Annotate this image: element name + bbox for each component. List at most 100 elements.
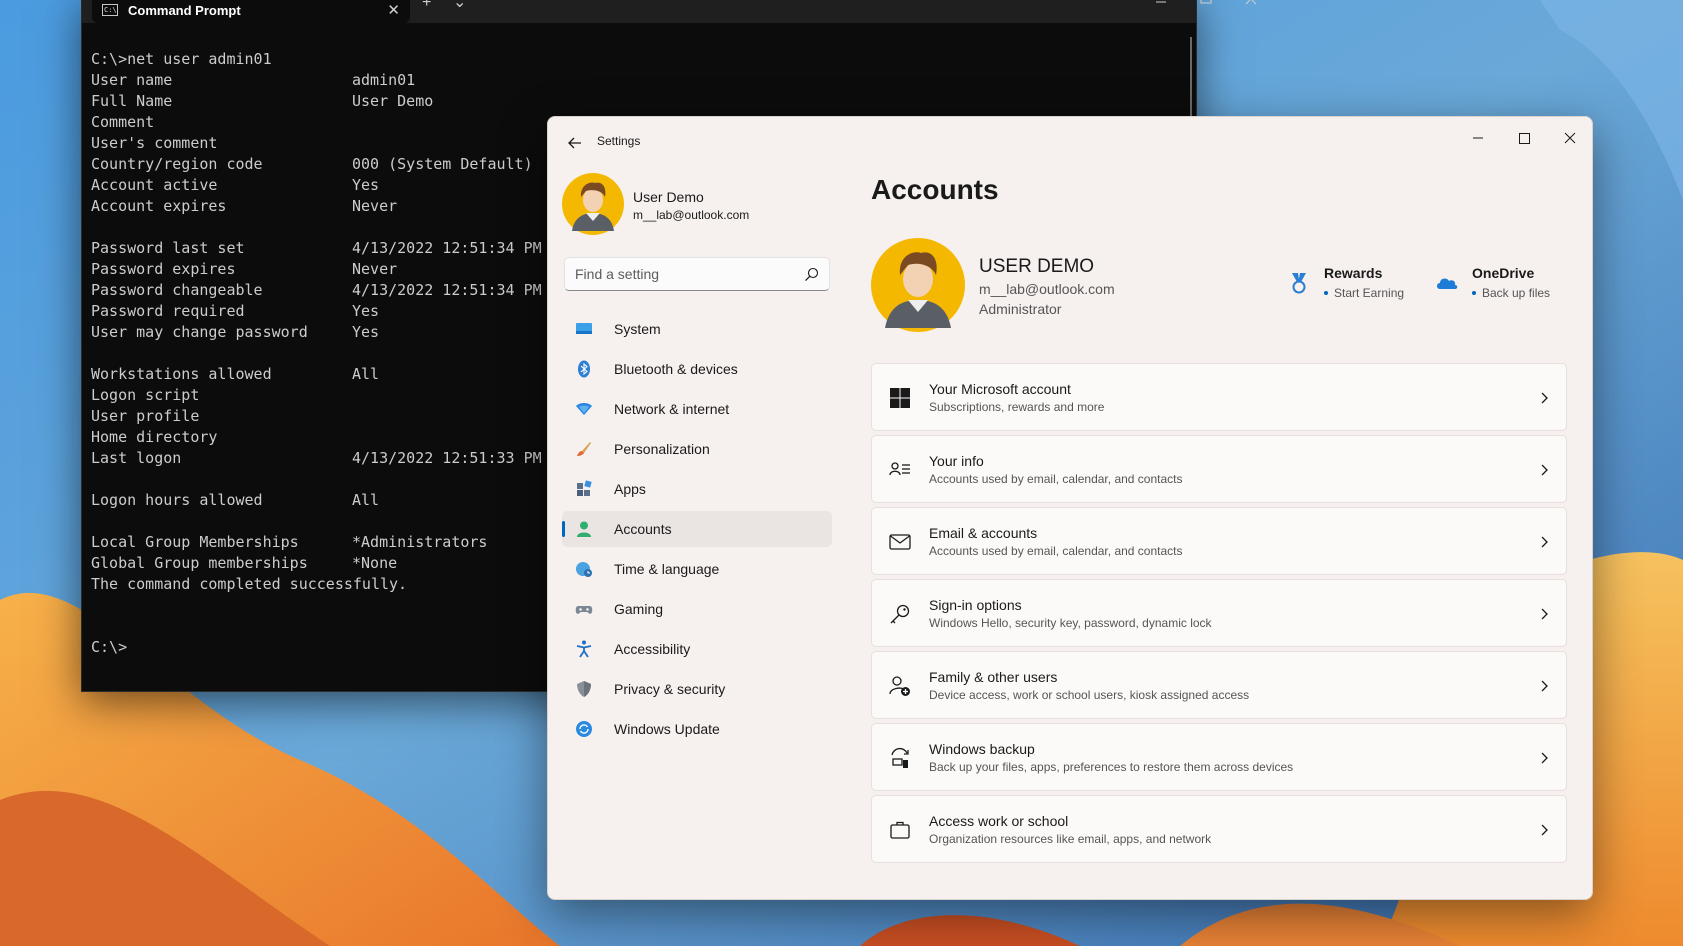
terminal-tab[interactable]: C:\ Command Prompt ✕ bbox=[92, 0, 410, 23]
sidebar-item-system[interactable]: System bbox=[562, 311, 832, 347]
service-title: Rewards bbox=[1324, 265, 1383, 281]
terminal-line-value: Yes bbox=[352, 323, 380, 341]
minimize-icon[interactable] bbox=[1458, 125, 1498, 153]
service-subtitle: Back up files bbox=[1472, 286, 1550, 300]
chevron-right-icon bbox=[1541, 536, 1548, 548]
terminal-line-value: All bbox=[352, 365, 380, 383]
nav-user-name: User Demo bbox=[633, 189, 704, 205]
card-subtitle: Back up your files, apps, preferences to… bbox=[929, 760, 1294, 774]
contact-card-icon bbox=[889, 462, 910, 476]
sidebar-item-accessibility[interactable]: Accessibility bbox=[562, 631, 832, 667]
terminal-line-label: User may change password bbox=[91, 323, 308, 341]
sidebar-item-windows-update[interactable]: Windows Update bbox=[562, 711, 832, 747]
close-icon[interactable] bbox=[1550, 125, 1590, 153]
backup-icon bbox=[891, 747, 909, 768]
search-input[interactable] bbox=[565, 258, 795, 290]
search-icon[interactable] bbox=[804, 267, 819, 282]
profile-email: m__lab@outlook.com bbox=[979, 281, 1115, 297]
sidebar-item-label: Bluetooth & devices bbox=[614, 361, 738, 377]
terminal-line-label: Password last set bbox=[91, 239, 245, 257]
terminal-line: Password expires Never bbox=[91, 259, 542, 280]
chevron-right-icon bbox=[1541, 680, 1548, 692]
maximize-icon[interactable] bbox=[1200, 0, 1212, 5]
sidebar-item-apps[interactable]: Apps bbox=[562, 471, 832, 507]
sidebar-item-network[interactable]: Network & internet bbox=[562, 391, 832, 427]
tab-close-icon[interactable]: ✕ bbox=[387, 1, 400, 19]
terminal-line: C:\> bbox=[91, 637, 542, 658]
card-windows-backup[interactable]: Windows backup Back up your files, apps,… bbox=[871, 723, 1567, 791]
minimize-icon[interactable] bbox=[1155, 0, 1167, 5]
terminal-line: User may change password Yes bbox=[91, 322, 542, 343]
card-title: Sign-in options bbox=[929, 597, 1022, 613]
card-family-other-users[interactable]: Family & other users Device access, work… bbox=[871, 651, 1567, 719]
briefcase-icon bbox=[890, 821, 910, 839]
terminal-line: Account active Yes bbox=[91, 175, 542, 196]
sidebar-item-label: Accessibility bbox=[614, 641, 691, 657]
bluetooth-icon bbox=[578, 360, 590, 378]
close-icon[interactable] bbox=[1245, 0, 1257, 5]
card-subtitle: Organization resources like email, apps,… bbox=[929, 832, 1212, 846]
sidebar-item-bluetooth[interactable]: Bluetooth & devices bbox=[562, 351, 832, 387]
card-access-work-school[interactable]: Access work or school Organization resou… bbox=[871, 795, 1567, 863]
terminal-line-label: Workstations allowed bbox=[91, 365, 272, 383]
window-title: Settings bbox=[597, 134, 641, 148]
card-subtitle: Device access, work or school users, kio… bbox=[929, 688, 1250, 702]
terminal-line: Country/region code 000 (System Default) bbox=[91, 154, 542, 175]
card-your-info[interactable]: Your info Accounts used by email, calend… bbox=[871, 435, 1567, 503]
terminal-line: The command completed successfully. bbox=[91, 574, 542, 595]
terminal-line: Logon script bbox=[91, 385, 542, 406]
settings-window[interactable]: Settings User Demo m__lab@outlook.com Fi… bbox=[547, 116, 1593, 900]
terminal-line-label: The command completed successfully. bbox=[91, 575, 408, 593]
terminal-line-label: User's comment bbox=[91, 134, 218, 152]
card-microsoft-account[interactable]: Your Microsoft account Subscriptions, re… bbox=[871, 363, 1567, 431]
globe-clock-icon bbox=[576, 562, 592, 577]
terminal-line: C:\>net user admin01 bbox=[91, 49, 542, 70]
maximize-icon[interactable] bbox=[1504, 125, 1544, 153]
terminal-line: User name admin01 bbox=[91, 70, 542, 91]
card-title: Access work or school bbox=[929, 813, 1069, 829]
sidebar-item-privacy-security[interactable]: Privacy & security bbox=[562, 671, 832, 707]
new-tab-button[interactable]: + bbox=[422, 0, 431, 11]
mail-icon bbox=[889, 534, 911, 550]
terminal-line-value: All bbox=[352, 491, 380, 509]
terminal-line-label: Local Group Memberships bbox=[91, 533, 299, 551]
cmd-app-icon: C:\ bbox=[102, 4, 118, 16]
terminal-line-value: 000 (System Default) bbox=[352, 155, 533, 173]
card-sign-in-options[interactable]: Sign-in options Windows Hello, security … bbox=[871, 579, 1567, 647]
terminal-line-value: *None bbox=[352, 554, 398, 572]
sidebar-item-label: Privacy & security bbox=[614, 681, 726, 697]
terminal-line-label: Full Name bbox=[91, 92, 173, 110]
sidebar-item-time-language[interactable]: Time & language bbox=[562, 551, 832, 587]
terminal-line-label: User profile bbox=[91, 407, 200, 425]
terminal-output[interactable]: C:\>net user admin01 User name admin01 Full… bbox=[91, 49, 542, 658]
avatar bbox=[562, 173, 624, 235]
search-box[interactable] bbox=[564, 257, 830, 291]
person-add-icon bbox=[889, 676, 910, 696]
nav-profile[interactable]: User Demo m__lab@outlook.com bbox=[562, 173, 822, 239]
terminal-line: Comment bbox=[91, 112, 542, 133]
terminal-line-value: 4/13/2022 12:51:34 PM bbox=[352, 239, 542, 257]
sidebar-item-gaming[interactable]: Gaming bbox=[562, 591, 832, 627]
card-email-accounts[interactable]: Email & accounts Accounts used by email,… bbox=[871, 507, 1567, 575]
page-title: Accounts bbox=[871, 174, 999, 205]
terminal-line: Home directory bbox=[91, 427, 542, 448]
terminal-line-label: Account active bbox=[91, 176, 218, 194]
settings-titlebar: Settings bbox=[548, 117, 1592, 165]
account-settings-list: Your Microsoft account Subscriptions, re… bbox=[871, 363, 1567, 867]
back-arrow-icon[interactable] bbox=[562, 130, 588, 156]
terminal-line-label: Logon hours allowed bbox=[91, 491, 263, 509]
sidebar-item-accounts[interactable]: Accounts bbox=[562, 511, 832, 547]
sidebar-item-label: Personalization bbox=[614, 441, 710, 457]
terminal-line-label: Password changeable bbox=[91, 281, 263, 299]
tab-dropdown-icon[interactable]: ⌄ bbox=[453, 0, 466, 11]
terminal-line: User's comment bbox=[91, 133, 542, 154]
sidebar-item-personalization[interactable]: Personalization bbox=[562, 431, 832, 467]
chevron-right-icon bbox=[1541, 464, 1548, 476]
terminal-line-label: Password required bbox=[91, 302, 245, 320]
sidebar-item-label: Gaming bbox=[614, 601, 664, 617]
terminal-line-label: Global Group memberships bbox=[91, 554, 308, 572]
chevron-right-icon bbox=[1541, 608, 1548, 620]
